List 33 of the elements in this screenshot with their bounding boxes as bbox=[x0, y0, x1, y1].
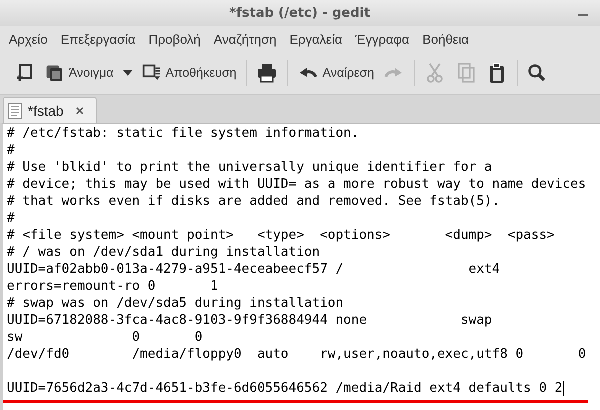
text-editor[interactable] bbox=[0, 123, 600, 410]
menu-item[interactable]: Επεξεργασία bbox=[60, 32, 136, 46]
code-line: UUID=af02abb0-013a-4279-a951-4eceabeecf57 / ext4 bbox=[7, 261, 500, 278]
menu-item[interactable]: Εργαλεία bbox=[290, 32, 342, 46]
code-line: UUID=67182088-3fca-4ac8-9103-9f9f36884944 none swap bbox=[7, 312, 492, 329]
code-line: # /etc/fstab: static file system information. bbox=[7, 125, 360, 142]
code-line: # bbox=[7, 142, 15, 159]
code-line: sw 0 0 bbox=[7, 329, 203, 346]
code-line: UUID=7656d2a3-4c7d-4651-b3fe-6d6055646562 /media/Raid ext4 defaults 0 2 bbox=[7, 380, 563, 397]
menu-item[interactable]: Προβολή bbox=[148, 32, 201, 46]
open-button[interactable]: Άνοιγμα bbox=[41, 56, 118, 90]
window-title: *fstab (/etc) - gedit bbox=[230, 6, 370, 20]
menu-item[interactable]: Βοήθεια bbox=[422, 32, 470, 46]
tab-label: *fstab bbox=[28, 102, 64, 118]
code-line: # swap was on /dev/sda5 during installation bbox=[7, 295, 344, 312]
save-icon bbox=[142, 63, 162, 83]
code-line: # bbox=[7, 210, 15, 227]
code-line: # that works even if disks are added and removed. See fstab(5). bbox=[7, 193, 500, 210]
code-line: # / was on /dev/sda1 during installation bbox=[7, 244, 320, 261]
code-line: /dev/fd0 /media/floppy0 auto rw,user,noauto,exec,utf8 0 0 bbox=[7, 346, 586, 363]
save-button[interactable]: Αποθήκευση bbox=[138, 56, 241, 90]
folder-icon bbox=[45, 63, 65, 83]
menu-item[interactable]: Αναζήτηση bbox=[214, 32, 277, 46]
menu-item[interactable]: Αρχείο bbox=[9, 32, 48, 46]
code-line: # Use 'blkid' to print the universally unique identifier for a bbox=[7, 159, 492, 176]
code-line: # <file system> <mount point> <type> <options> <dump> <pass> bbox=[7, 227, 555, 244]
document-icon bbox=[8, 102, 22, 118]
menu-item[interactable]: Έγγραφα bbox=[356, 32, 410, 46]
document-tab[interactable]: *fstab bbox=[3, 97, 97, 123]
code-line: errors=remount-ro 0 1 bbox=[7, 278, 218, 295]
undo-button[interactable]: Αναίρεση bbox=[292, 56, 378, 90]
close-icon[interactable] bbox=[76, 106, 84, 114]
code-line: # device; this may be used with UUID= as a more robust way to name devices bbox=[7, 176, 586, 193]
